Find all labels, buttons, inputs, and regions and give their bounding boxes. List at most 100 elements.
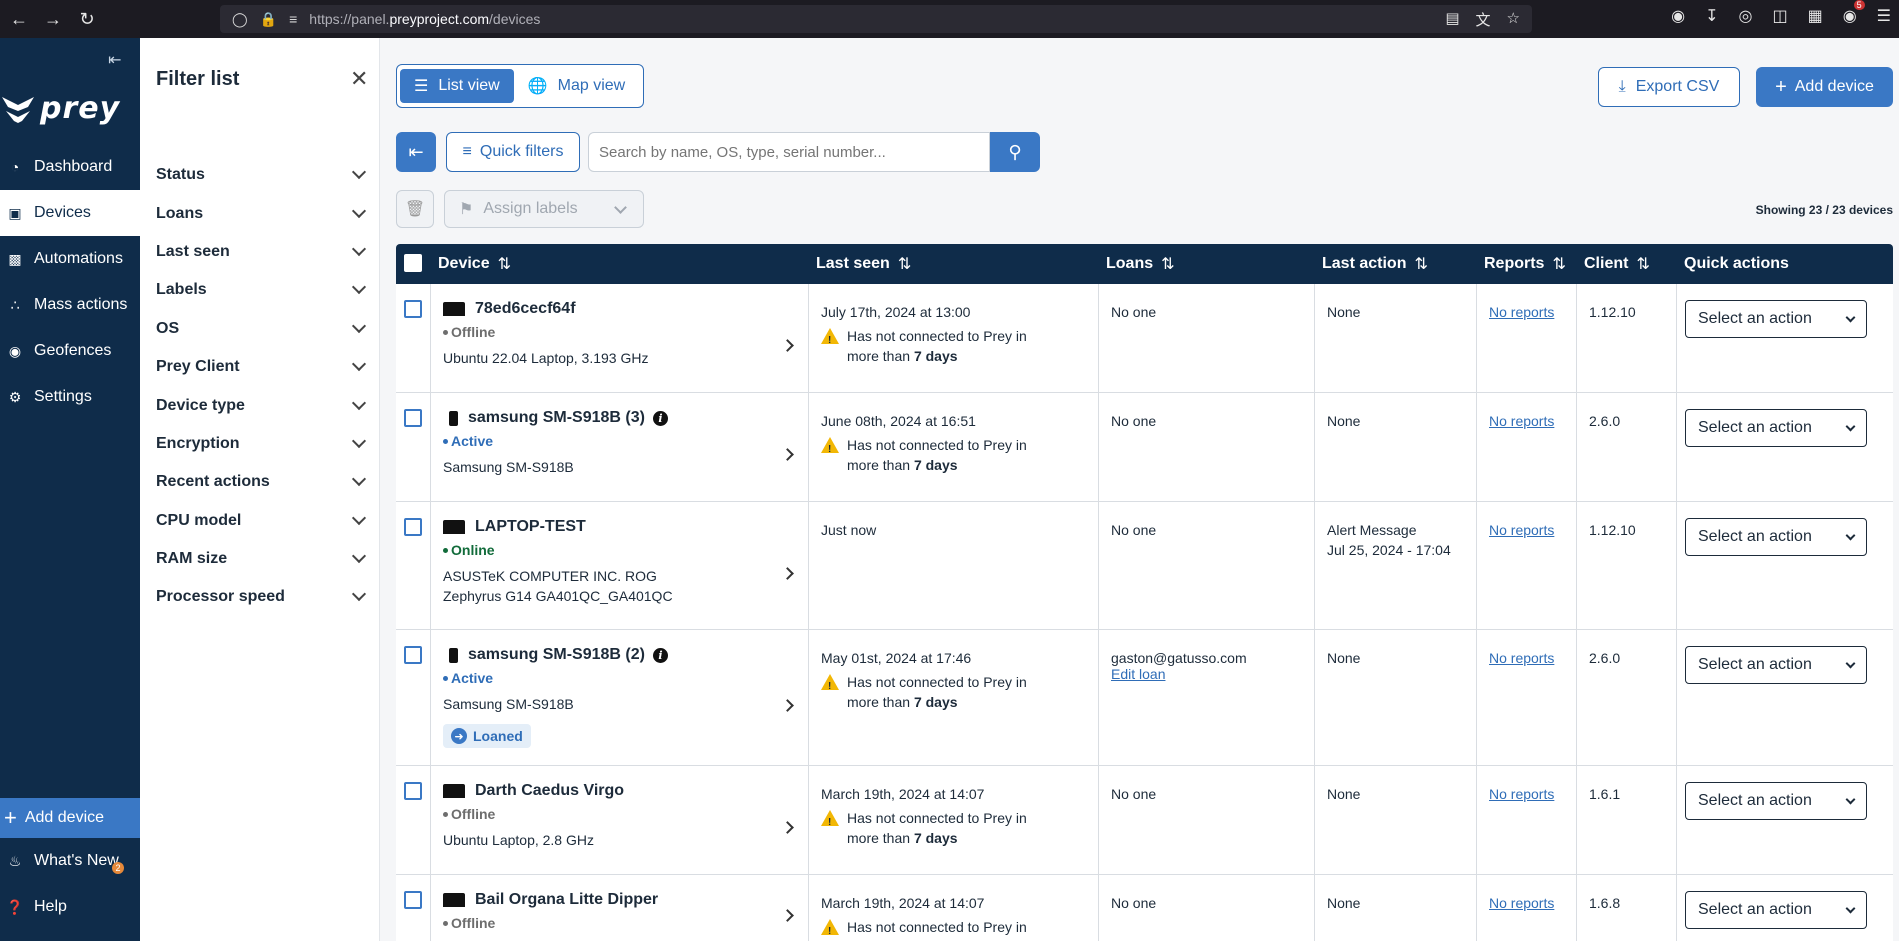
- table-row[interactable]: Bail Organa Litte Dipper Offline March 19t…: [396, 875, 1893, 941]
- filter-item[interactable]: RAM size: [156, 540, 368, 578]
- device-name[interactable]: Darth Caedus Virgo: [475, 782, 624, 800]
- quick-action-select[interactable]: Select an action: [1685, 518, 1867, 556]
- row-checkbox[interactable]: [404, 300, 422, 318]
- quick-action-select[interactable]: Select an action: [1685, 891, 1867, 929]
- select-all-checkbox[interactable]: [404, 254, 422, 272]
- whats-new-link[interactable]: ♨ What's New 2: [0, 838, 140, 884]
- sort-icon[interactable]: ⇅: [1414, 254, 1427, 274]
- reports-link[interactable]: No reports: [1489, 650, 1576, 666]
- info-icon[interactable]: i: [652, 647, 668, 663]
- chevron-right-icon[interactable]: [781, 339, 794, 352]
- export-csv-button[interactable]: ⤓ Export CSV: [1598, 67, 1740, 107]
- chevron-right-icon[interactable]: [781, 821, 794, 834]
- quick-action-select[interactable]: Select an action: [1685, 409, 1867, 447]
- quick-action-select[interactable]: Select an action: [1685, 782, 1867, 820]
- table-row[interactable]: Darth Caedus Virgo Offline Ubuntu Laptop, …: [396, 766, 1893, 875]
- search-input[interactable]: [588, 132, 990, 172]
- loan-value: gaston@gatusso.com: [1111, 650, 1247, 666]
- sidebar-item-dashboard[interactable]: ◔ Dashboard: [0, 144, 140, 190]
- add-device-button[interactable]: + Add device: [1756, 67, 1893, 107]
- forward-icon[interactable]: →: [38, 4, 68, 34]
- filter-item[interactable]: Prey Client: [156, 348, 368, 386]
- quick-filters-button[interactable]: ≡ Quick filters: [446, 132, 580, 172]
- device-name[interactable]: samsung SM-S918B (3): [468, 409, 645, 427]
- toggle-filter-panel-button[interactable]: ⇤: [396, 132, 436, 172]
- column-client[interactable]: Client ⇅: [1584, 244, 1650, 284]
- chevron-right-icon[interactable]: [781, 448, 794, 461]
- filter-item[interactable]: Encryption: [156, 425, 368, 463]
- reports-link[interactable]: No reports: [1489, 786, 1576, 802]
- map-view-button[interactable]: 🌐 Map view: [514, 69, 640, 103]
- search-button[interactable]: ⚲: [990, 132, 1040, 172]
- reports-link[interactable]: No reports: [1489, 304, 1576, 320]
- translate-icon[interactable]: 文: [1476, 9, 1491, 30]
- device-name[interactable]: LAPTOP-TEST: [475, 518, 586, 536]
- filter-item[interactable]: Labels: [156, 271, 368, 309]
- sidebar-item-geofences[interactable]: ◉ Geofences: [0, 328, 140, 374]
- chevron-right-icon[interactable]: [781, 699, 794, 712]
- reports-link[interactable]: No reports: [1489, 413, 1576, 429]
- sidebar-item-settings[interactable]: ⚙ Settings: [0, 374, 140, 420]
- container-icon[interactable]: ▦: [1808, 6, 1823, 26]
- column-last-seen[interactable]: Last seen ⇅: [816, 244, 911, 284]
- column-device[interactable]: Device ⇅: [438, 244, 511, 284]
- close-icon[interactable]: ✕: [350, 66, 368, 92]
- sort-icon[interactable]: ⇅: [898, 254, 911, 274]
- quick-action-select[interactable]: Select an action: [1685, 646, 1867, 684]
- sidebar-item-devices[interactable]: ▣ Devices: [0, 190, 140, 236]
- help-link[interactable]: ❓ Help: [0, 884, 140, 930]
- menu-icon[interactable]: ☰: [1877, 6, 1891, 26]
- sort-icon[interactable]: ⇅: [1552, 254, 1565, 274]
- extensions-icon[interactable]: ◫: [1772, 6, 1787, 26]
- filter-item[interactable]: Loans: [156, 194, 368, 232]
- quick-action-select[interactable]: Select an action: [1685, 300, 1867, 338]
- sidebar-item-automations[interactable]: ▩ Automations: [0, 236, 140, 282]
- device-name[interactable]: samsung SM-S918B (2): [468, 646, 645, 664]
- reader-view-icon[interactable]: ▤: [1445, 9, 1459, 30]
- edit-loan-link[interactable]: Edit loan: [1111, 666, 1314, 682]
- prey-logo[interactable]: prey: [0, 86, 130, 130]
- extension-badge-icon[interactable]: ◉ 5: [1843, 0, 1865, 26]
- filter-item[interactable]: Processor speed: [156, 578, 368, 616]
- reload-icon[interactable]: ↻: [72, 4, 102, 34]
- filter-item[interactable]: OS: [156, 310, 368, 348]
- column-loans[interactable]: Loans ⇅: [1106, 244, 1175, 284]
- filter-item[interactable]: Status: [156, 156, 368, 194]
- list-view-button[interactable]: ☰ List view: [400, 69, 514, 103]
- row-checkbox[interactable]: [404, 782, 422, 800]
- sidebar-add-device-button[interactable]: + Add device: [0, 798, 140, 838]
- assign-labels-dropdown[interactable]: ⚑ Assign labels: [444, 190, 644, 228]
- account-icon[interactable]: ◎: [1738, 6, 1752, 26]
- sort-icon[interactable]: ⇅: [498, 254, 511, 274]
- filter-item[interactable]: Recent actions: [156, 463, 368, 501]
- device-name[interactable]: 78ed6cecf64f: [475, 300, 576, 318]
- filter-item[interactable]: CPU model: [156, 502, 368, 540]
- sort-icon[interactable]: ⇅: [1161, 254, 1174, 274]
- filter-item[interactable]: Device type: [156, 386, 368, 424]
- collapse-sidebar-icon[interactable]: ⇤: [108, 50, 121, 70]
- column-last-action[interactable]: Last action ⇅: [1322, 244, 1428, 284]
- download-icon[interactable]: ↧: [1705, 6, 1718, 26]
- row-checkbox[interactable]: [404, 891, 422, 909]
- delete-button[interactable]: 🗑: [396, 190, 434, 228]
- info-icon[interactable]: i: [652, 410, 668, 426]
- table-row[interactable]: samsung SM-S918B (2) i Active Samsung SM-S9…: [396, 630, 1893, 766]
- device-name[interactable]: Bail Organa Litte Dipper: [475, 891, 658, 909]
- row-checkbox[interactable]: [404, 409, 422, 427]
- row-checkbox[interactable]: [404, 646, 422, 664]
- url-bar[interactable]: ◯ 🔒 ≡ https://panel. preyproject.com/devi…: [220, 5, 1532, 33]
- pocket-icon[interactable]: ◉: [1671, 6, 1685, 26]
- reports-link[interactable]: No reports: [1489, 895, 1576, 911]
- chevron-right-icon[interactable]: [781, 567, 794, 580]
- table-row[interactable]: 78ed6cecf64f Offline Ubuntu 22.04 Laptop, …: [396, 284, 1893, 393]
- table-row[interactable]: samsung SM-S918B (3) i Active Samsung SM-S9…: [396, 393, 1893, 502]
- bookmark-star-icon[interactable]: ☆: [1507, 9, 1520, 30]
- table-row[interactable]: LAPTOP-TEST Online ASUSTeK COMPUTER INC. R…: [396, 502, 1893, 630]
- row-checkbox[interactable]: [404, 518, 422, 536]
- sidebar-item-mass-actions[interactable]: ∴ Mass actions: [0, 282, 140, 328]
- column-reports[interactable]: Reports ⇅: [1484, 244, 1566, 284]
- sort-icon[interactable]: ⇅: [1636, 254, 1649, 274]
- reports-link[interactable]: No reports: [1489, 522, 1576, 538]
- back-icon[interactable]: ←: [4, 4, 34, 34]
- filter-item[interactable]: Last seen: [156, 233, 368, 271]
